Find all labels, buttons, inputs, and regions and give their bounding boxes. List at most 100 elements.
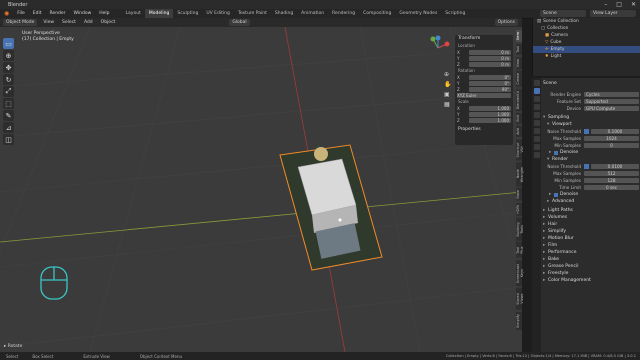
feature-set-select[interactable]: Supported (584, 98, 639, 105)
menu-select[interactable]: Select (58, 20, 80, 25)
sampling-panel-header[interactable]: ▾ Sampling (543, 114, 639, 121)
r-noise-field[interactable]: 0.0100 (591, 163, 639, 170)
view-layer-props-icon[interactable] (533, 104, 540, 110)
scale-z-field[interactable]: 1.000 (469, 117, 511, 123)
render-props-icon[interactable] (533, 88, 540, 94)
world-props-icon[interactable] (533, 120, 540, 126)
tab-tool[interactable]: Tool (516, 43, 522, 55)
rotation-x-field[interactable]: 0° (469, 74, 511, 80)
transform-tool-icon[interactable]: ⬚ (3, 98, 14, 109)
close-button[interactable]: ✕ (631, 1, 636, 8)
location-x-field[interactable]: 0 m (469, 49, 511, 55)
select-box-tool-icon[interactable]: ▭ (3, 38, 14, 49)
tab-shading[interactable]: Shading (271, 9, 297, 18)
section-performance[interactable]: ▸ Performance (543, 249, 639, 256)
tab-stored-views[interactable]: Stored Views (516, 288, 524, 310)
rotate-tool-icon[interactable]: ↻ (3, 74, 14, 85)
perspective-toggle-icon[interactable]: ▦ (444, 101, 451, 108)
tab-building-tools[interactable]: Building Tools (516, 217, 524, 241)
time-limit-field[interactable]: 0 sec (584, 184, 639, 191)
r-noise-checkbox[interactable] (584, 164, 589, 169)
properties-subpanel-header[interactable]: Properties (455, 126, 513, 133)
outliner-row[interactable]: ✹ Light (533, 53, 640, 60)
pan-icon[interactable]: ✋ (444, 81, 451, 88)
section-bake[interactable]: ▸ Bake (543, 256, 639, 263)
section-simplify[interactable]: ▸ Simplify (543, 228, 639, 235)
tab-animation[interactable]: Animation (297, 9, 328, 18)
section-hair[interactable]: ▸ Hair (543, 221, 639, 228)
tab-view[interactable]: View (516, 56, 522, 70)
advanced-subpanel[interactable]: ▸ Advanced (543, 198, 639, 205)
outliner-row[interactable]: ✛ Empty (533, 46, 640, 53)
r-max-field[interactable]: 512 (584, 170, 639, 177)
scene-props-icon[interactable] (533, 112, 540, 118)
zoom-icon[interactable]: ⊕ (444, 71, 451, 78)
section-volumes[interactable]: ▸ Volumes (543, 214, 639, 221)
outliner-row[interactable]: ▽ Cube (533, 39, 640, 46)
render-engine-select[interactable]: Cycles (584, 91, 639, 98)
tab-tool-plus[interactable]: Tool Plus (516, 242, 524, 259)
physics-props-icon[interactable] (533, 136, 540, 142)
menu-add[interactable]: Add (80, 20, 97, 25)
scale-x-field[interactable]: 1.000 (469, 105, 511, 111)
r-denoise-subpanel[interactable]: ▸ Denoise (543, 191, 639, 198)
tab-edit[interactable]: Edit (516, 112, 522, 124)
tab-simplify[interactable]: Simplify (516, 311, 522, 330)
tab-compositing[interactable]: Compositing (359, 9, 395, 18)
minimize-button[interactable]: – (604, 1, 607, 8)
render-subpanel-header[interactable]: ▾ Render (543, 156, 639, 163)
tab-hdri[interactable]: HDRI (516, 202, 522, 216)
tab-shortcut-vur[interactable]: Shortcut VUr (516, 138, 524, 160)
annotate-tool-icon[interactable]: ✎ (3, 110, 14, 121)
vp-noise-checkbox[interactable] (584, 129, 589, 134)
menu-window[interactable]: Window (70, 11, 96, 16)
menu-render[interactable]: Render (46, 11, 70, 16)
tab-item[interactable]: Item (516, 30, 522, 42)
section-freestyle[interactable]: ▸ Freestyle (543, 270, 639, 277)
menu-view[interactable]: View (39, 20, 58, 25)
mode-selector[interactable]: Object Mode (3, 19, 38, 26)
object-props-icon[interactable] (533, 128, 540, 134)
vp-denoise-subpanel[interactable]: ▸ Denoise (543, 149, 639, 156)
tab-uv-editing[interactable]: UV Editing (202, 9, 233, 18)
outliner-row[interactable]: ▤ Scene Collection (533, 18, 640, 25)
outliner-row[interactable]: ■ Camera (533, 32, 640, 39)
transform-orientation[interactable]: Global (229, 19, 250, 26)
options-menu[interactable]: Options (494, 19, 518, 26)
rotation-z-field[interactable]: 90° (469, 86, 511, 92)
add-cube-tool-icon[interactable]: ◫ (3, 134, 14, 145)
r-min-field[interactable]: 128 (584, 177, 639, 184)
constraint-props-icon[interactable] (533, 144, 540, 150)
tab-create[interactable]: Create (516, 71, 522, 87)
device-select[interactable]: GPU Compute (584, 105, 639, 112)
scene-selector[interactable]: Scene (540, 10, 586, 17)
navigation-gizmo[interactable] (425, 35, 451, 61)
camera-view-icon[interactable]: ▣ (444, 91, 451, 98)
tab-add[interactable]: Add (516, 125, 522, 137)
section-color-management[interactable]: ▸ Color Management (543, 277, 639, 284)
location-z-field[interactable]: 0 m (469, 61, 511, 67)
data-props-icon[interactable] (533, 152, 540, 158)
measure-tool-icon[interactable]: ⊿ (3, 122, 14, 133)
section-motion-blur[interactable]: ▸ Motion Blur (543, 235, 639, 242)
output-props-icon[interactable] (533, 96, 540, 102)
section-light-paths[interactable]: ▸ Light Paths (543, 207, 639, 214)
tab-geometry-nodes[interactable]: Geometry Nodes (395, 9, 441, 18)
tab-screencast-keys[interactable]: Screencast Keys (516, 260, 524, 287)
menu-edit[interactable]: Edit (29, 11, 46, 16)
location-y-field[interactable]: 0 m (469, 55, 511, 61)
scale-y-field[interactable]: 1.000 (469, 111, 511, 117)
tab-layout[interactable]: Layout (122, 9, 145, 18)
tab-scripting[interactable]: Scripting (441, 9, 469, 18)
viewport-subpanel-header[interactable]: ▾ Viewport (543, 121, 639, 128)
maximize-button[interactable]: □ (616, 1, 622, 8)
vp-denoise-checkbox[interactable] (554, 150, 558, 155)
tab-rendering[interactable]: Rendering (328, 9, 359, 18)
transform-header[interactable]: Transform (455, 35, 513, 42)
tab-texture-paint[interactable]: Texture Paint (234, 9, 271, 18)
vp-min-field[interactable]: 0 (584, 142, 639, 149)
section-grease-pencil[interactable]: ▸ Grease Pencil (543, 263, 639, 270)
r-denoise-checkbox[interactable] (554, 192, 558, 197)
rotation-y-field[interactable]: 0° (469, 80, 511, 86)
outliner-row[interactable]: ▢ Collection (533, 25, 640, 32)
